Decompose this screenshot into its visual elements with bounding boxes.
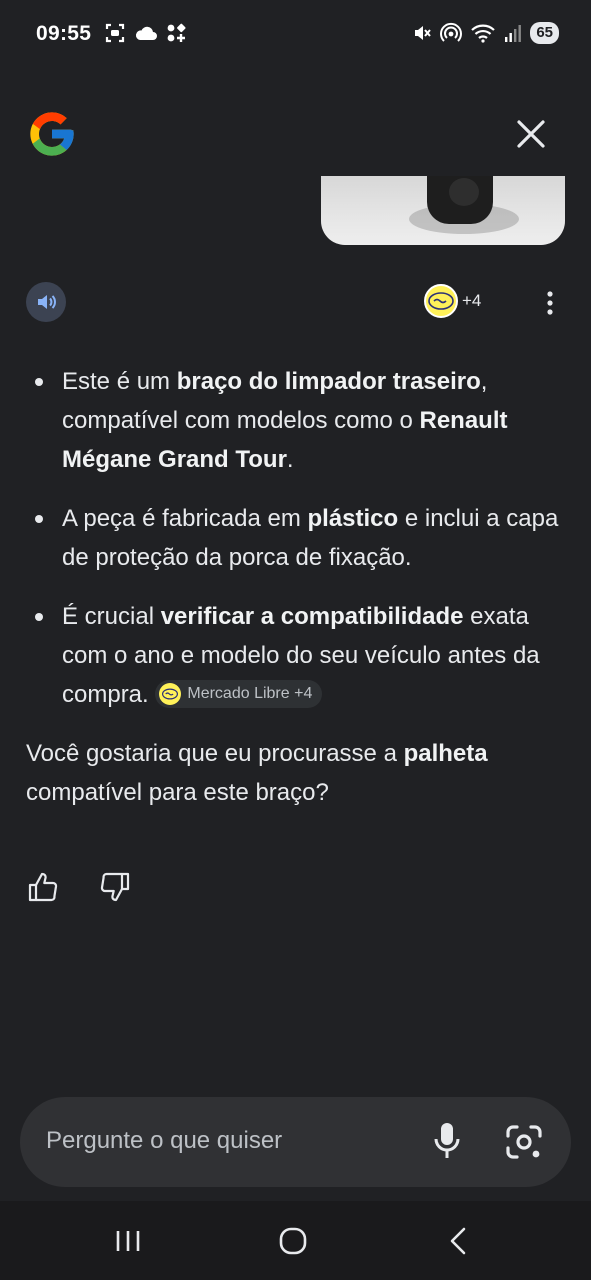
bullet-3-text-1: É crucial bbox=[62, 603, 161, 630]
mic-icon[interactable] bbox=[430, 1121, 464, 1161]
uploaded-image-preview[interactable] bbox=[321, 176, 565, 245]
thumbs-down-icon[interactable] bbox=[98, 870, 132, 904]
header bbox=[0, 100, 591, 170]
source-chip-label: Mercado Libre +4 bbox=[187, 684, 313, 702]
hotspot-icon bbox=[440, 22, 463, 42]
bullet-3-bold-1: verificar a compatibilidade bbox=[160, 603, 464, 630]
screenshot-icon bbox=[105, 23, 125, 43]
image-knob bbox=[449, 178, 479, 206]
bullet-2-bold-1: plástico bbox=[307, 505, 399, 532]
apps-icon bbox=[167, 23, 186, 42]
followup-text-2: compatível para este braço? bbox=[26, 779, 329, 806]
bullet-1: Este é um braço do limpador traseiro, co… bbox=[26, 362, 566, 479]
status-right-icons: 65 bbox=[412, 22, 559, 44]
followup-question: Você gostaria que eu procurasse a palhet… bbox=[26, 734, 566, 812]
lens-camera-icon[interactable] bbox=[504, 1123, 544, 1161]
response-body: Este é um braço do limpador traseiro, co… bbox=[26, 362, 566, 812]
wifi-icon bbox=[471, 24, 496, 43]
listen-button[interactable] bbox=[26, 282, 66, 322]
mercado-libre-mini-logo bbox=[159, 682, 182, 705]
screen: 09:55 65 +4 Este é um braço do limpador … bbox=[0, 0, 591, 1280]
status-bar: 09:55 65 bbox=[0, 0, 591, 70]
back-icon[interactable] bbox=[440, 1223, 480, 1259]
bullet-1-text-1: Este é um bbox=[62, 368, 177, 395]
sources-chip[interactable]: +4 bbox=[424, 284, 481, 318]
bullet-3: É crucial verificar a compatibilidade ex… bbox=[26, 597, 566, 714]
mute-icon bbox=[415, 26, 432, 40]
prompt-input-bar[interactable]: Pergunte o que quiser bbox=[20, 1097, 571, 1187]
signal-icon bbox=[505, 25, 522, 42]
response-bullets: Este é um braço do limpador traseiro, co… bbox=[26, 362, 566, 714]
bullet-1-bold-1: braço do limpador traseiro bbox=[176, 368, 481, 395]
mercado-libre-logo bbox=[424, 284, 458, 318]
status-time: 09:55 bbox=[36, 22, 92, 45]
google-g-logo bbox=[30, 112, 74, 156]
battery-level: 65 bbox=[530, 22, 559, 44]
followup-text-1: Você gostaria que eu procurasse a bbox=[26, 740, 404, 767]
system-nav-bar bbox=[0, 1201, 591, 1280]
speaker-icon bbox=[38, 295, 56, 309]
home-icon[interactable] bbox=[273, 1223, 313, 1259]
more-options-button[interactable] bbox=[538, 288, 562, 318]
bullet-2-text-1: A peça é fabricada em bbox=[62, 505, 308, 532]
prompt-input-placeholder[interactable]: Pergunte o que quiser bbox=[46, 1127, 282, 1155]
recents-icon[interactable] bbox=[108, 1223, 148, 1259]
followup-bold: palheta bbox=[403, 740, 488, 767]
mercado-libre-source-chip[interactable]: Mercado Libre +4 bbox=[155, 679, 323, 708]
feedback-row bbox=[26, 870, 132, 904]
cloud-icon bbox=[135, 26, 157, 40]
bullet-1-text-3: . bbox=[286, 446, 294, 473]
bullet-2: A peça é fabricada em plástico e inclui … bbox=[26, 499, 566, 577]
status-left-icons bbox=[104, 22, 186, 44]
close-button[interactable] bbox=[511, 114, 551, 154]
sources-count: +4 bbox=[462, 291, 482, 310]
thumbs-up-icon[interactable] bbox=[26, 870, 60, 904]
